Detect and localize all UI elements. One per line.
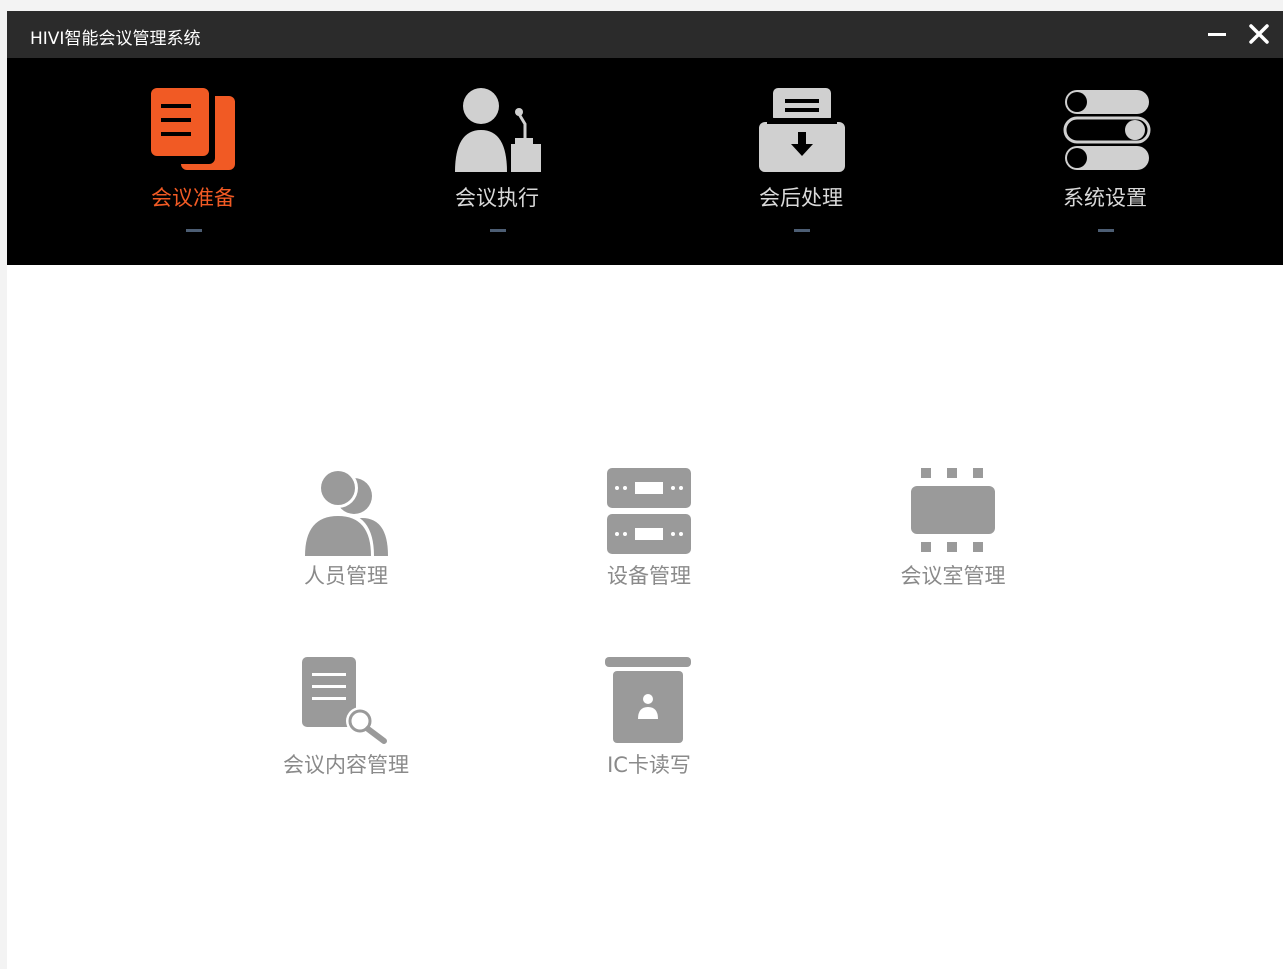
id-card-icon [605, 657, 691, 743]
minimize-button[interactable] [1203, 20, 1231, 48]
nav-indicator [490, 229, 506, 232]
nav-meeting-exec[interactable]: 会议执行 [397, 58, 597, 265]
nav-label: 会议准备 [151, 186, 235, 210]
tile-label: 会议室管理 [900, 564, 1006, 588]
tile-label: 人员管理 [304, 564, 388, 588]
nav-indicator [1098, 229, 1114, 232]
nav-label: 系统设置 [1063, 186, 1147, 210]
speaker-podium-icon [455, 88, 541, 172]
nav-post-meeting[interactable]: 会后处理 [701, 58, 901, 265]
tile-meeting-content[interactable]: 会议内容管理 [266, 657, 426, 797]
nav-indicator [794, 229, 810, 232]
chip-icon [911, 468, 995, 552]
toggles-icon [1063, 90, 1151, 170]
nav-label: 会议执行 [455, 186, 539, 210]
nav-indicator [186, 229, 202, 232]
top-nav: 会议准备 会议执行 会后处理 系统设置 [7, 58, 1283, 265]
tile-label: IC卡读写 [607, 753, 691, 777]
document-search-icon [302, 657, 387, 744]
documents-icon [151, 88, 235, 170]
content-area: 人员管理 设备管理 会议室管理 会议内容管理 IC卡读写 [7, 265, 1283, 969]
tile-ic-card[interactable]: IC卡读写 [569, 657, 729, 797]
app-title: HIVI智能会议管理系统 [30, 29, 201, 49]
close-button[interactable] [1245, 20, 1273, 48]
close-icon [1249, 24, 1269, 44]
server-icon [607, 468, 691, 554]
tile-label: 设备管理 [607, 564, 691, 588]
minimize-icon [1208, 33, 1226, 36]
nav-label: 会后处理 [759, 186, 843, 210]
users-icon [302, 468, 388, 556]
tile-label: 会议内容管理 [283, 753, 409, 777]
tile-personnel[interactable]: 人员管理 [266, 468, 426, 608]
title-bar: HIVI智能会议管理系统 [7, 11, 1283, 58]
nav-system-settings[interactable]: 系统设置 [1005, 58, 1205, 265]
app-window: HIVI智能会议管理系统 会议准备 会议执行 会后处理 系统设置 人员管理 设备… [7, 11, 1283, 969]
tile-devices[interactable]: 设备管理 [569, 468, 729, 608]
tile-meeting-rooms[interactable]: 会议室管理 [873, 468, 1033, 608]
nav-meeting-prep[interactable]: 会议准备 [93, 58, 293, 265]
archive-download-icon [759, 88, 845, 172]
